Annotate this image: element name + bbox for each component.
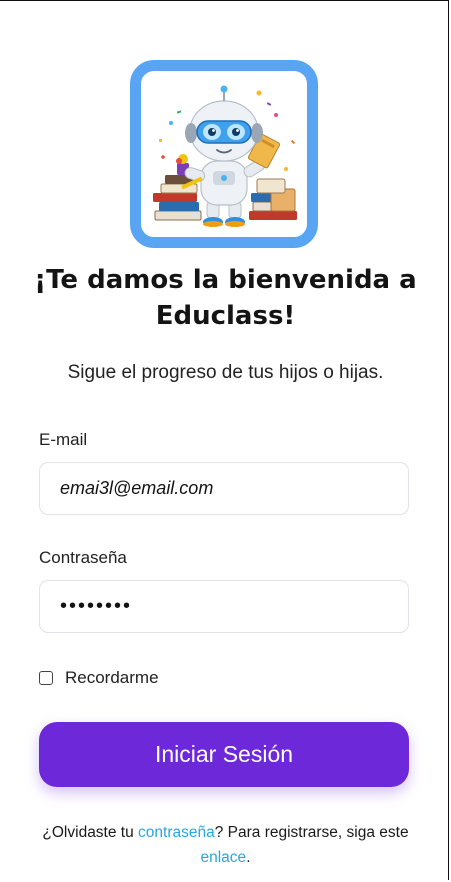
remember-checkbox[interactable] <box>39 671 53 685</box>
login-button[interactable]: Iniciar Sesión <box>39 722 409 787</box>
password-field[interactable] <box>39 580 409 633</box>
logo <box>130 60 318 248</box>
remember-label: Recordarme <box>65 668 159 687</box>
email-label: E-mail <box>39 430 88 449</box>
page-subtitle: Sigue el progreso de tus hijos o hijas. <box>67 362 384 383</box>
email-field[interactable] <box>39 462 409 515</box>
help-text-middle: ? Para registrarse, siga este <box>214 824 409 841</box>
remember-me[interactable]: Recordarme <box>39 668 159 688</box>
help-text: ¿Olvidaste tu contraseña? Para registrar… <box>0 820 451 870</box>
page-title: ¡Te damos la bienvenida a Educlass! <box>34 265 417 331</box>
help-text-end: . <box>246 849 251 866</box>
help-text-start: ¿Olvidaste tu <box>42 824 139 841</box>
register-link[interactable]: enlace <box>201 849 247 866</box>
robot-teacher-icon <box>153 85 297 227</box>
forgot-password-link[interactable]: contraseña <box>138 824 215 841</box>
password-label: Contraseña <box>39 548 127 567</box>
